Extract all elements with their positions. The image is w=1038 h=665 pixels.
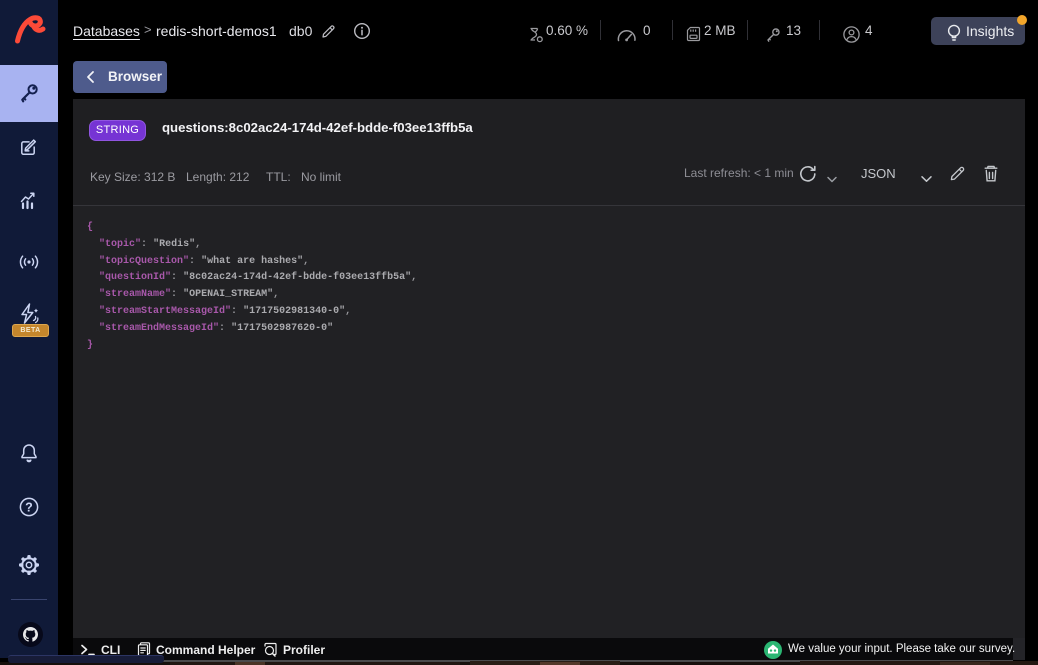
svg-text:?: ?: [25, 500, 33, 514]
